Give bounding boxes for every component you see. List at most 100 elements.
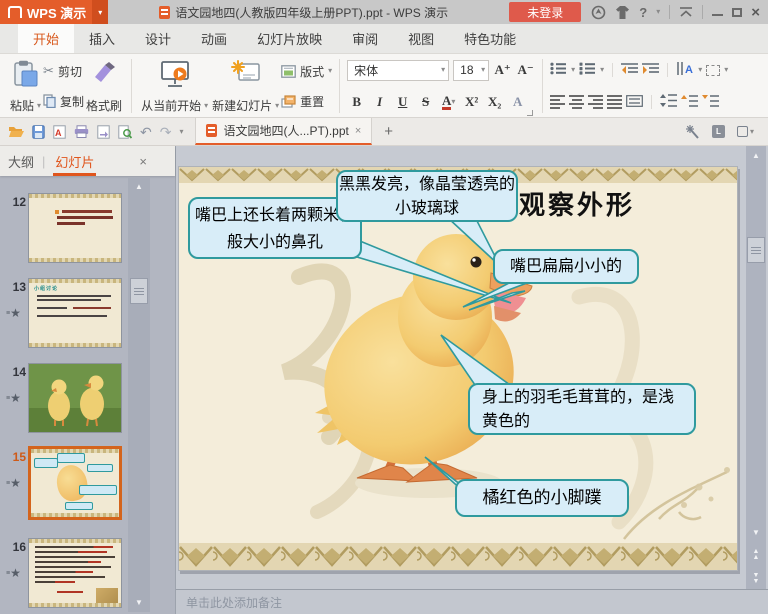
tab-special-features[interactable]: 特色功能 — [449, 24, 531, 53]
font-name-select[interactable]: 宋体 ▾ — [347, 60, 449, 81]
font-size-select[interactable]: 18 ▾ — [453, 60, 489, 81]
slide-canvas[interactable]: 观察外形 黑黑发亮，像晶莹透亮的小玻璃球 嘴巴上还长着两颗米粒般大小的鼻孔 嘴巴… — [178, 166, 738, 571]
help-icon[interactable]: ? — [639, 6, 647, 19]
maximize-button[interactable] — [732, 8, 742, 17]
font-dialog-launcher-icon[interactable] — [527, 110, 533, 116]
wps-menu-caret[interactable]: ▾ — [92, 0, 108, 24]
scrollbar-thumb[interactable] — [130, 278, 148, 304]
skin-icon[interactable] — [615, 6, 630, 19]
thumbnail-image-selected[interactable] — [28, 446, 122, 520]
notes-area[interactable]: 单击此处添加备注 — [176, 589, 768, 614]
play-from-current-button[interactable]: 从当前开始▾ — [139, 57, 210, 115]
callout-beak[interactable]: 嘴巴扁扁小小的 — [493, 249, 639, 284]
line-spacing-button[interactable] — [660, 94, 677, 110]
shrink-font-button[interactable]: A⁻ — [516, 60, 535, 80]
tab-animation[interactable]: 动画 — [186, 24, 242, 53]
numbering-caret-icon[interactable]: ▾ — [600, 66, 604, 74]
clear-format-button[interactable]: A — [508, 92, 527, 112]
bullets-button[interactable] — [550, 62, 567, 78]
scrollbar-thumb[interactable] — [747, 237, 765, 263]
slide-editor-area[interactable]: 观察外形 黑黑发亮，像晶莹透亮的小玻璃球 嘴巴上还长着两颗米粒般大小的鼻孔 嘴巴… — [176, 146, 746, 589]
magic-wand-icon[interactable] — [686, 125, 700, 139]
new-tab-button[interactable]: + — [372, 118, 405, 145]
collapse-ribbon-icon[interactable] — [679, 7, 693, 17]
close-panel-icon[interactable]: × — [139, 154, 147, 169]
scroll-up-icon[interactable]: ▲ — [128, 180, 150, 194]
print-preview-icon[interactable] — [97, 125, 110, 139]
align-right-button[interactable] — [588, 95, 603, 109]
titlebar-icons: ? ▾ × — [591, 4, 768, 21]
layout-button[interactable]: 版式 ▾ — [281, 60, 332, 82]
grow-font-button[interactable]: A⁺ — [493, 60, 512, 80]
reset-button[interactable]: 重置 — [281, 90, 332, 112]
placeholder-box-button[interactable] — [706, 65, 720, 76]
thumbnail-scrollbar[interactable]: ▲ ▼ — [128, 178, 150, 612]
tab-outline[interactable]: 大纲 — [8, 152, 34, 171]
print-icon[interactable] — [74, 125, 89, 138]
tab-slideshow[interactable]: 幻灯片放映 — [242, 24, 337, 53]
align-center-button[interactable] — [569, 95, 584, 109]
bullets-caret-icon[interactable]: ▾ — [571, 66, 575, 74]
bold-button[interactable]: B — [347, 92, 366, 112]
undo-icon[interactable]: ↶ — [140, 125, 152, 139]
callout-feathers[interactable]: 身上的羽毛毛茸茸的，是浅黄色的 — [468, 383, 696, 435]
qat-more-caret-icon[interactable]: ▾ — [179, 128, 183, 136]
text-direction-caret-icon[interactable]: ▾ — [698, 66, 702, 74]
tab-design[interactable]: 设计 — [130, 24, 186, 53]
more-tools-button[interactable]: ▾ — [737, 126, 754, 137]
tab-insert[interactable]: 插入 — [74, 24, 130, 53]
wps-menu-button[interactable]: WPS 演示 — [0, 0, 92, 24]
close-tab-icon[interactable]: × — [355, 125, 361, 137]
help-caret-icon[interactable]: ▾ — [656, 8, 660, 16]
thumbnail-image[interactable] — [28, 363, 122, 433]
decrease-spacing-button[interactable] — [702, 94, 719, 110]
decrease-indent-button[interactable] — [621, 63, 638, 78]
increase-indent-button[interactable] — [642, 63, 659, 78]
placeholder-box-caret-icon[interactable]: ▾ — [724, 66, 728, 74]
text-direction-button[interactable]: A — [676, 62, 694, 78]
find-icon[interactable] — [118, 125, 132, 139]
paste-button[interactable]: 粘贴▾ — [8, 57, 43, 115]
new-slide-button[interactable]: 新建幻灯片▾ — [210, 57, 281, 115]
next-slide-button[interactable]: ▼▼ — [746, 573, 766, 585]
scroll-down-icon[interactable]: ▼ — [746, 527, 766, 539]
superscript-button[interactable]: X² — [462, 92, 481, 112]
minimize-button[interactable] — [712, 14, 723, 16]
underline-button[interactable]: U — [393, 92, 412, 112]
align-left-button[interactable] — [550, 95, 565, 109]
callout-eyes[interactable]: 黑黑发亮，像晶莹透亮的小玻璃球 — [336, 170, 518, 222]
redo-icon[interactable]: ↷ — [160, 125, 172, 139]
scroll-up-icon[interactable]: ▲ — [746, 150, 766, 162]
open-file-icon[interactable] — [8, 125, 24, 138]
tab-review[interactable]: 审阅 — [337, 24, 393, 53]
close-button[interactable]: × — [751, 4, 760, 21]
document-tab[interactable]: 语文园地四(人...PT).ppt × — [195, 118, 372, 145]
copy-button[interactable]: 复制 — [43, 90, 84, 112]
previous-slide-button[interactable]: ▲▲ — [746, 549, 766, 561]
distribute-text-button[interactable] — [626, 95, 643, 110]
task-pane-icon[interactable]: L — [712, 125, 725, 138]
tab-view[interactable]: 视图 — [393, 24, 449, 53]
thumbnail-image[interactable]: 小组讨论 — [28, 278, 122, 348]
thumbnail-image[interactable] — [28, 538, 122, 608]
format-painter-button[interactable]: 格式刷 — [84, 57, 124, 115]
font-color-caret-icon[interactable]: ▾ — [451, 98, 455, 106]
callout-feet[interactable]: 橘红色的小脚蹼 — [455, 479, 629, 517]
scroll-down-icon[interactable]: ▼ — [128, 596, 150, 610]
strikethrough-button[interactable]: S — [416, 92, 435, 112]
justify-button[interactable] — [607, 95, 622, 109]
login-button[interactable]: 未登录 — [509, 2, 581, 22]
slide-scrollbar[interactable]: ▲ ▼ ▲▲ ▼▼ — [746, 146, 766, 589]
italic-button[interactable]: I — [370, 92, 389, 112]
numbering-button[interactable] — [579, 62, 596, 78]
export-pdf-icon[interactable]: A — [53, 125, 66, 139]
cut-button[interactable]: ✂ 剪切 — [43, 60, 84, 82]
tab-home[interactable]: 开始 — [18, 24, 74, 53]
font-color-button[interactable]: A — [442, 95, 451, 110]
increase-spacing-button[interactable] — [681, 94, 698, 110]
tab-slides[interactable]: 幻灯片 — [53, 146, 96, 176]
save-icon[interactable] — [32, 125, 45, 139]
thumbnail-image[interactable] — [28, 193, 122, 263]
community-icon[interactable] — [591, 5, 606, 20]
subscript-button[interactable]: X₂ — [485, 92, 504, 112]
